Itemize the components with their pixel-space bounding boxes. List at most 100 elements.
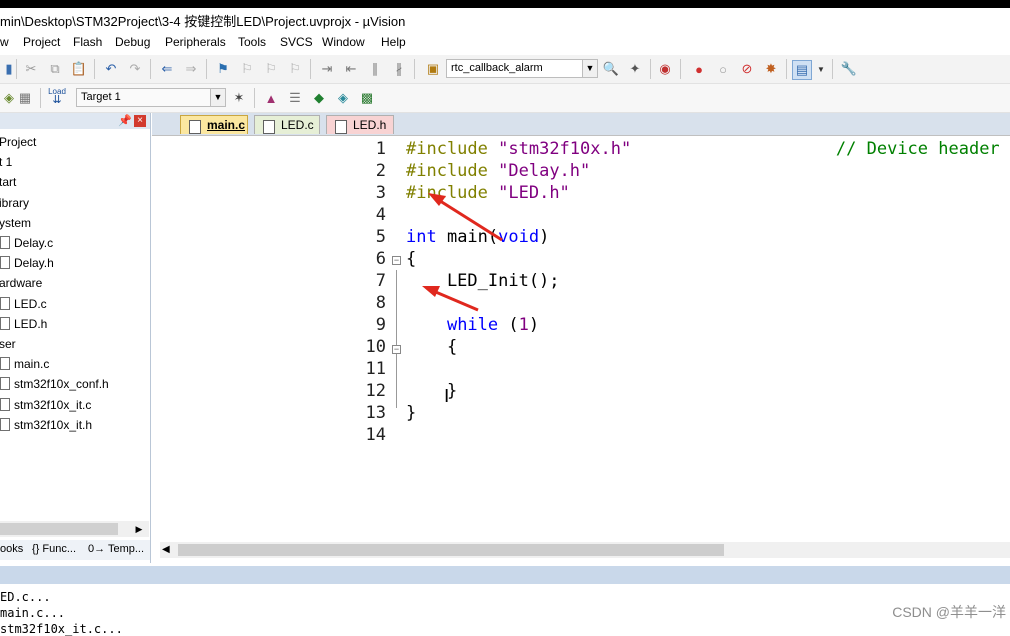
tab-books[interactable]: ooks [0, 543, 23, 555]
tree-file-item[interactable]: main.c [0, 357, 49, 371]
file-icon [0, 236, 10, 249]
paste-icon[interactable]: 📋 [70, 60, 88, 78]
menu-help[interactable]: Help [381, 35, 406, 49]
tree-item-label: stm32f10x_conf.h [14, 377, 109, 392]
menu-debug[interactable]: Debug [115, 35, 150, 49]
tab-main-c[interactable]: main.c [180, 115, 248, 134]
close-icon[interactable]: × [134, 115, 146, 127]
find-in-files-icon[interactable]: ▣ [424, 60, 442, 78]
pack-installer-icon[interactable]: ◆ [310, 89, 328, 107]
tree-file-item[interactable]: LED.c [0, 296, 47, 311]
tab-led-c[interactable]: LED.c [254, 115, 320, 134]
chevron-down-icon[interactable]: ▼ [582, 60, 597, 77]
target-combo[interactable]: Target 1 ▼ [76, 88, 226, 107]
next-bookmark-icon[interactable]: ⚐ [262, 60, 280, 78]
chevron-down-icon[interactable]: ▼ [812, 60, 830, 78]
target-combo-value: Target 1 [81, 91, 121, 103]
start-debug-icon[interactable]: ◉ [656, 60, 674, 78]
watermark: CSDN @羊羊一洋 [892, 604, 1006, 620]
tab-led-h[interactable]: LED.h [326, 115, 394, 134]
tree-group-item[interactable]: Project [0, 135, 36, 149]
tab-label: main.c [207, 118, 246, 132]
title-bar: min\Desktop\STM32Project\3-4 按键控制LED\Pro… [0, 8, 1010, 32]
navigate-back-icon[interactable]: ⇐ [158, 60, 176, 78]
toolbar-separator [310, 59, 311, 79]
indent-icon[interactable]: ⇥ [318, 60, 336, 78]
tree-file-item[interactable]: LED.h [0, 316, 47, 331]
menu-view[interactable]: w [0, 35, 9, 49]
chevron-down-icon[interactable]: ▼ [210, 89, 225, 106]
file-icon [0, 296, 10, 310]
unindent-icon[interactable]: ⇤ [342, 60, 360, 78]
function-combo[interactable]: rtc_callback_alarm ▼ [446, 59, 598, 78]
file-icon [189, 120, 201, 134]
find-icon[interactable]: 🔍 [602, 60, 620, 78]
window-layout-icon[interactable]: ▤ [792, 60, 812, 80]
clear-bookmarks-icon[interactable]: ⚐ [286, 60, 304, 78]
menu-bar: w Project Flash Debug Peripherals Tools … [0, 33, 1010, 53]
undo-icon[interactable]: ↶ [102, 60, 120, 78]
disable-breakpoint-icon[interactable]: ○ [714, 60, 732, 78]
load-icon[interactable]: Load ⇊ [46, 87, 68, 106]
breakpoint-icon[interactable]: ● [690, 60, 708, 78]
tree-file-item[interactable]: Delay.h [0, 256, 54, 270]
tree-group-item[interactable]: ardware [0, 276, 42, 290]
function-combo-value: rtc_callback_alarm [451, 62, 543, 74]
comment-icon[interactable]: ∥ [366, 60, 384, 78]
menu-tools[interactable]: Tools [238, 35, 266, 49]
file-icon [0, 357, 10, 371]
tree-group-item[interactable]: t 1 [0, 155, 12, 169]
menu-flash[interactable]: Flash [73, 35, 102, 49]
configure-icon[interactable]: 🔧 [840, 60, 858, 78]
select-packs-icon[interactable]: ◈ [334, 89, 352, 107]
menu-window[interactable]: Window [322, 35, 365, 49]
menu-svcs[interactable]: SVCS [280, 35, 313, 49]
copy-icon[interactable]: ⧉ [46, 60, 64, 78]
project-panel-scrollbar[interactable]: ▶ [0, 521, 149, 537]
code-editor[interactable]: − − 1 2 3 4 5 6 7 8 9 10 11 12 13 14 #in… [152, 135, 1010, 544]
editor-horizontal-scrollbar[interactable]: ◀ [160, 542, 1010, 558]
scroll-right-icon[interactable]: ▶ [131, 521, 147, 537]
build-output-line: ED.c... [0, 590, 51, 604]
manage-rte-icon[interactable]: ▩ [358, 89, 376, 107]
prev-bookmark-icon[interactable]: ⚐ [238, 60, 256, 78]
cut-icon[interactable]: ✂ [22, 60, 40, 78]
tree-file-item[interactable]: Delay.c [0, 236, 53, 250]
pin-icon[interactable]: 📌 [118, 114, 132, 127]
navigate-forward-icon[interactable]: ⇒ [182, 60, 200, 78]
toolbar-separator [832, 59, 833, 79]
tree-group-item[interactable]: ystem [0, 216, 31, 230]
uncomment-icon[interactable]: ∦ [390, 60, 408, 78]
file-icon [0, 316, 10, 330]
file-extensions-icon[interactable]: ☰ [286, 89, 304, 107]
options-for-target-icon[interactable]: ✶ [230, 89, 248, 107]
scroll-left-icon[interactable]: ◀ [162, 542, 170, 558]
tree-group-item[interactable]: ibrary [0, 196, 29, 210]
tree-item-label: ystem [0, 215, 32, 230]
manage-project-items-icon[interactable]: ▲ [262, 89, 280, 107]
kill-breakpoints-icon[interactable]: ✸ [762, 60, 780, 78]
tree-file-item[interactable]: stm32f10x_conf.h [0, 377, 109, 391]
redo-icon[interactable]: ↷ [126, 60, 144, 78]
tree-item-label: stm32f10x_it.c [14, 397, 92, 412]
annotation-arrow [430, 288, 479, 312]
build-toolbar: ◈ ▦ Load ⇊ Target 1 ▼ ✶ ▲ ☰ ◆ ◈ ▩ [0, 84, 1010, 113]
editor-tab-strip: main.c LED.c LED.h [152, 113, 1010, 135]
tree-file-item[interactable]: stm32f10x_it.c [0, 397, 92, 412]
tree-file-item[interactable]: stm32f10x_it.h [0, 417, 92, 432]
main-toolbar: ▮ ✂ ⧉ 📋 ↶ ↷ ⇐ ⇒ ⚑ ⚐ ⚐ ⚐ ⇥ ⇤ ∥ ∦ ▣ rtc_ca… [0, 55, 1010, 84]
menu-peripherals[interactable]: Peripherals [165, 35, 226, 49]
toolbar-separator [786, 59, 787, 79]
scrollbar-thumb[interactable] [178, 544, 724, 556]
tree-group-item[interactable]: tart [0, 175, 16, 189]
tab-functions[interactable]: {} Func... [32, 543, 76, 555]
disable-all-breakpoints-icon[interactable]: ⊘ [738, 60, 756, 78]
bookmark-icon[interactable]: ⚑ [214, 60, 232, 78]
tab-templates[interactable]: 0→ Temp... [88, 543, 144, 555]
incremental-find-icon[interactable]: ✦ [626, 60, 644, 78]
project-panel-header: 📌 × [0, 113, 150, 129]
menu-project[interactable]: Project [23, 35, 60, 49]
tree-group-item[interactable]: ser [0, 337, 16, 351]
build-icon[interactable]: ▦ [16, 89, 34, 107]
scrollbar-thumb[interactable] [0, 523, 118, 535]
